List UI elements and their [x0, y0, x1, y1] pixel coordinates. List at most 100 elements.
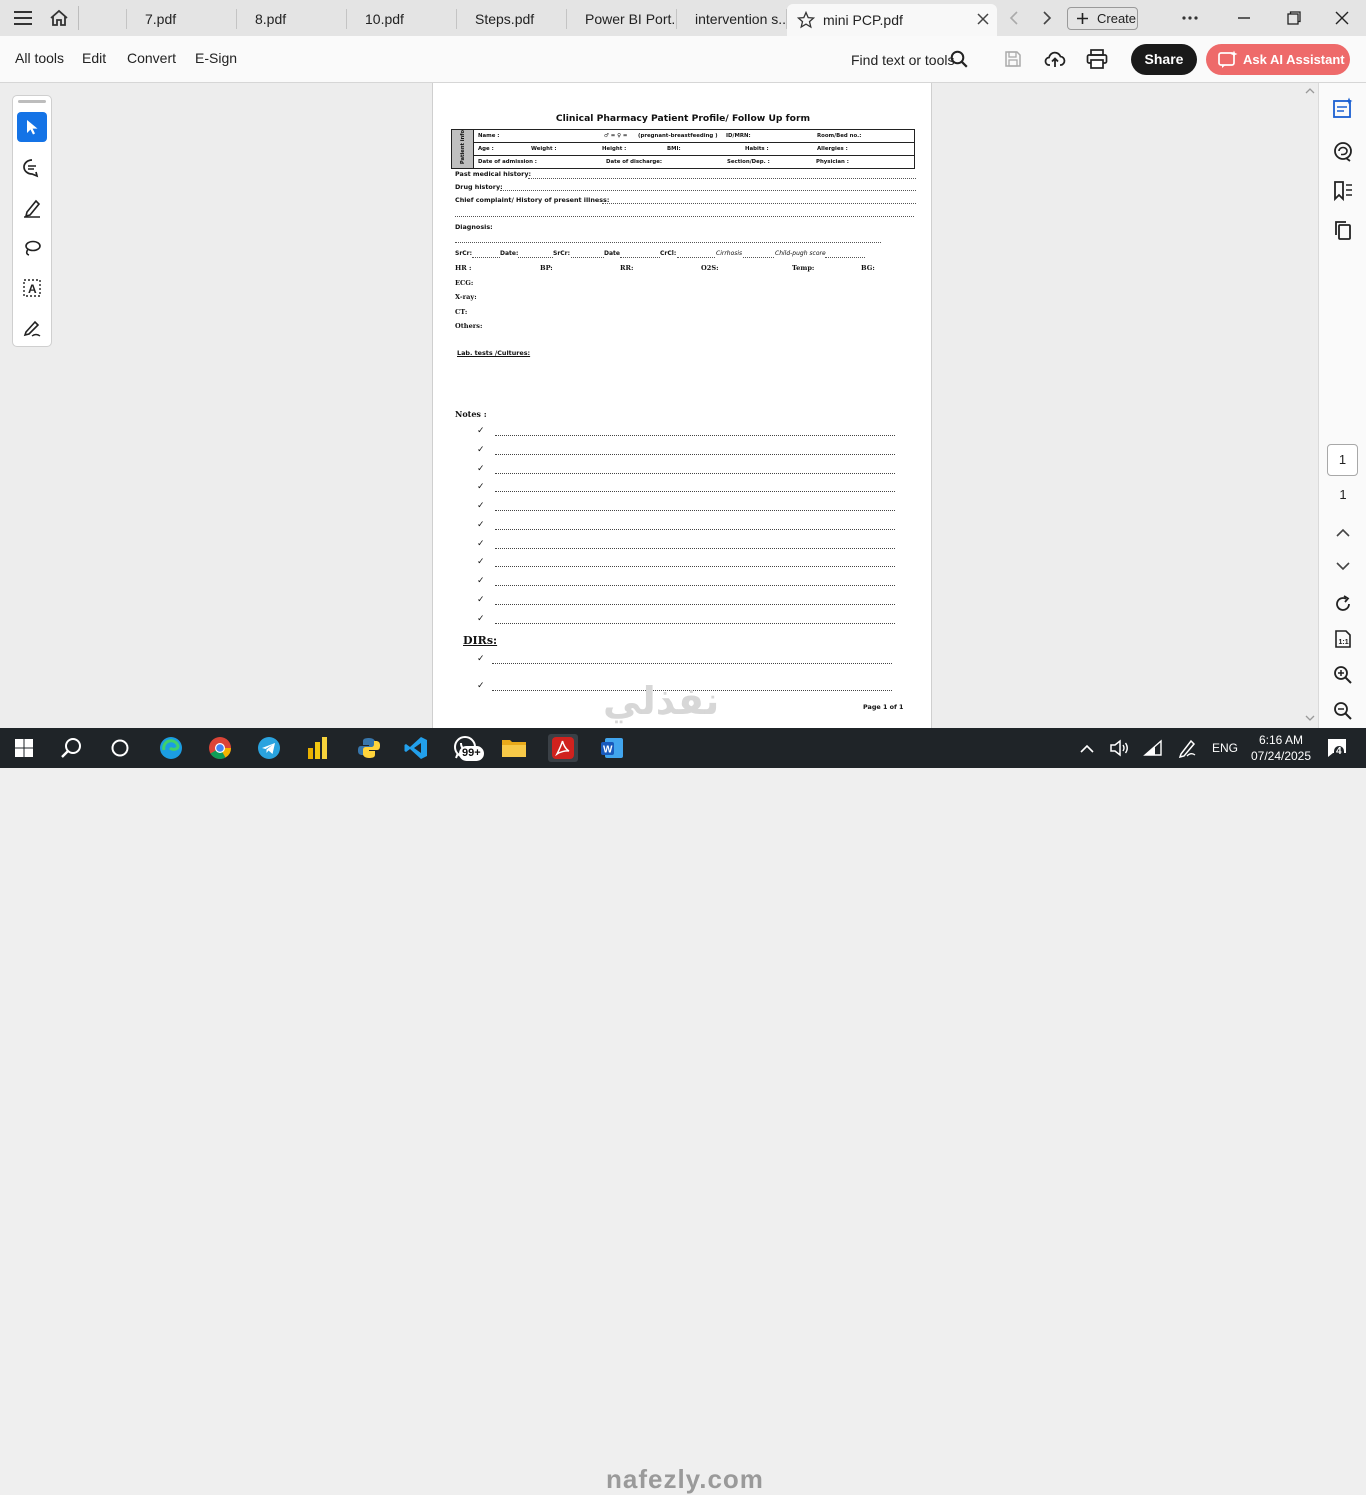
more-options-icon[interactable]: [1176, 8, 1204, 28]
file-explorer-icon[interactable]: [499, 734, 529, 762]
note-line[interactable]: [495, 454, 895, 455]
height-field[interactable]: Height :: [602, 146, 626, 152]
cloud-upload-icon[interactable]: [1043, 48, 1067, 70]
home-icon[interactable]: [44, 4, 74, 32]
lasso-draw-icon[interactable]: [17, 233, 47, 263]
scr-line[interactable]: [472, 257, 500, 258]
id-field[interactable]: ID/MRN:: [726, 133, 751, 139]
zoom-out-icon[interactable]: [1331, 699, 1355, 723]
clock[interactable]: 6:16 AM 07/24/2025: [1246, 732, 1316, 764]
note-line[interactable]: [495, 510, 895, 511]
note-line[interactable]: [495, 585, 895, 586]
note-line[interactable]: [495, 529, 895, 530]
pdf-page[interactable]: Clinical Pharmacy Patient Profile/ Follo…: [432, 83, 932, 728]
comment-icon[interactable]: [17, 153, 47, 183]
highlight-pen-icon[interactable]: [17, 193, 47, 223]
find-text-tools[interactable]: Find text or tools: [851, 52, 955, 68]
wifi-icon[interactable]: [1138, 734, 1168, 762]
power-bi-icon[interactable]: [303, 734, 333, 762]
word-icon[interactable]: W: [597, 734, 627, 762]
volume-icon[interactable]: [1104, 734, 1134, 762]
date1-line[interactable]: [518, 257, 553, 258]
tab-mini-pcp[interactable]: mini PCP.pdf: [787, 4, 997, 36]
note-line[interactable]: [495, 623, 895, 624]
chief-complaint-line-2[interactable]: [455, 216, 914, 217]
select-tool-icon[interactable]: [17, 112, 47, 142]
save-icon[interactable]: [1002, 48, 1024, 70]
restore-icon[interactable]: [1282, 6, 1306, 30]
tab-10pdf[interactable]: 10.pdf: [347, 4, 457, 34]
cirrhosis-line[interactable]: [743, 257, 774, 258]
scr2-line[interactable]: [571, 257, 604, 258]
copy-pages-icon[interactable]: [1331, 218, 1355, 242]
bmi-field[interactable]: BMI:: [667, 146, 681, 152]
past-history-line[interactable]: [528, 178, 916, 179]
child-pugh-line[interactable]: [825, 257, 865, 258]
bookmark-icon[interactable]: [1331, 179, 1355, 203]
drug-history-line[interactable]: [500, 190, 916, 191]
edge-icon[interactable]: [156, 734, 186, 762]
note-line[interactable]: [495, 604, 895, 605]
chevron-up-icon[interactable]: [1072, 734, 1102, 762]
ai-assistant-button[interactable]: Ask AI Assistant: [1206, 44, 1350, 75]
sex-field[interactable]: ♂ = ♀ =: [604, 133, 627, 139]
allergies-field[interactable]: Allergies :: [817, 146, 848, 152]
scroll-down-icon[interactable]: [1305, 715, 1315, 722]
vscode-icon[interactable]: [401, 734, 431, 762]
chevron-left-icon[interactable]: [1003, 8, 1025, 28]
diagnosis-line[interactable]: [455, 242, 881, 243]
chevron-up-icon[interactable]: [1331, 520, 1355, 544]
language-indicator[interactable]: ENG: [1212, 741, 1238, 755]
tab-steps[interactable]: Steps.pdf: [457, 4, 567, 34]
chevron-down-icon[interactable]: [1331, 554, 1355, 578]
windows-start-icon[interactable]: [9, 734, 39, 762]
page-number-input[interactable]: 1: [1327, 444, 1358, 476]
tab-intervention[interactable]: intervention s...: [677, 4, 787, 34]
room-field[interactable]: Room/Bed no.:: [817, 133, 861, 139]
task-view-icon[interactable]: [105, 734, 135, 762]
convert-menu[interactable]: Convert: [127, 50, 176, 66]
ai-summary-icon[interactable]: [1331, 96, 1355, 120]
search-icon[interactable]: [57, 734, 87, 762]
tab-7pdf[interactable]: 7.pdf: [127, 4, 237, 34]
habits-field[interactable]: Habits :: [745, 146, 769, 152]
date2-line[interactable]: [620, 257, 660, 258]
note-line[interactable]: [495, 548, 895, 549]
close-icon[interactable]: [977, 13, 989, 25]
search-icon[interactable]: [948, 48, 970, 70]
zoom-in-icon[interactable]: [1331, 663, 1355, 687]
text-box-icon[interactable]: A: [17, 273, 47, 303]
dirs-line[interactable]: [492, 663, 892, 664]
note-line[interactable]: [495, 566, 895, 567]
crcl-line[interactable]: [677, 257, 715, 258]
rotate-icon[interactable]: [1331, 592, 1355, 616]
telegram-icon[interactable]: [254, 734, 284, 762]
section-field[interactable]: Section/Dep. :: [727, 159, 770, 165]
chief-complaint-line[interactable]: [602, 203, 916, 204]
window-close-icon[interactable]: [1330, 6, 1354, 30]
note-line[interactable]: [495, 491, 895, 492]
chrome-icon[interactable]: [205, 734, 235, 762]
weight-field[interactable]: Weight :: [531, 146, 557, 152]
drag-handle[interactable]: [18, 100, 46, 103]
star-icon[interactable]: [797, 11, 815, 29]
pen-icon[interactable]: [1172, 734, 1202, 762]
esign-menu[interactable]: E-Sign: [195, 50, 237, 66]
note-line[interactable]: [495, 435, 895, 436]
discharge-field[interactable]: Date of discharge:: [606, 159, 662, 165]
python-icon[interactable]: [354, 734, 384, 762]
physician-field[interactable]: Physician :: [816, 159, 849, 165]
note-line[interactable]: [495, 473, 895, 474]
share-button[interactable]: Share: [1131, 44, 1197, 75]
scroll-up-icon[interactable]: [1305, 87, 1315, 94]
admission-field[interactable]: Date of admission :: [478, 159, 537, 165]
vertical-scrollbar[interactable]: [1302, 83, 1318, 728]
comments-panel-icon[interactable]: [1331, 140, 1355, 164]
minimize-icon[interactable]: [1232, 6, 1256, 30]
age-field[interactable]: Age :: [478, 146, 494, 152]
all-tools-menu[interactable]: All tools: [15, 50, 64, 66]
hamburger-menu-icon[interactable]: [8, 4, 38, 32]
print-icon[interactable]: [1085, 48, 1109, 70]
tab-empty[interactable]: [81, 4, 127, 34]
sign-icon[interactable]: [17, 313, 47, 343]
